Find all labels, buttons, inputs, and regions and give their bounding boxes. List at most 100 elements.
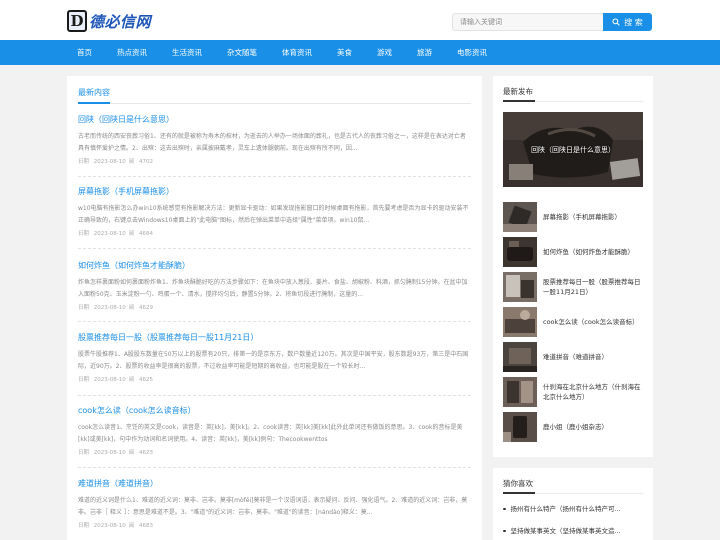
article-views: 4629	[139, 305, 153, 311]
article-meta: 日期 2023-08-10 阅 4623	[78, 448, 471, 456]
article-excerpt: 股票牛股推荐1、A股股东数量在50万以上的股票有20只，排第一的是京东方，数户数…	[78, 351, 469, 370]
site-logo[interactable]: D 德必信网	[67, 10, 151, 32]
latest-post-item[interactable]: 难道拼音（难道拼音）	[503, 342, 643, 372]
article-date: 2023-08-10	[93, 159, 126, 165]
post-title: 如何炸鱼（如何炸鱼才能酥脆）	[543, 248, 634, 256]
date-label: 日期	[78, 377, 90, 383]
date-label: 日期	[78, 159, 90, 165]
latest-post-item[interactable]: cook怎么读（cook怎么读音标）	[503, 307, 643, 337]
latest-post-item[interactable]: 屏幕拖影（手机屏幕拖影）	[503, 202, 643, 232]
article-separator	[78, 395, 471, 396]
recommended-item[interactable]: 扬州有什么特产（扬州有什么特产可...	[503, 503, 643, 515]
article-item: 如何炸鱼（如何炸鱼才能酥脆） 炸鱼怎样裹面粉如何裹面粉炸鱼1、炸鱼块酥脆好吃的方…	[78, 260, 471, 311]
post-title: cook怎么读（cook怎么读音标）	[543, 318, 639, 326]
post-thumbnail	[503, 272, 537, 302]
recommended-widget: 猜你喜欢 扬州有什么特产（扬州有什么特产可... 坚持做某事英文（坚持做某事英文…	[493, 468, 653, 540]
article-views: 4702	[139, 159, 153, 165]
bullet-icon	[503, 529, 506, 533]
nav-item-hot-news[interactable]: 热点资讯	[117, 40, 147, 65]
article-excerpt: 炸鱼怎样裹面粉如何裹面粉炸鱼1、炸鱼块酥脆好吃的方法步骤如下：在鱼块中放入葱段、…	[78, 279, 468, 298]
article-date: 2023-08-10	[93, 231, 126, 237]
article-excerpt: 难道的近义词是什么1、难道的近义词：莫非、岂非。莫非[mòfēi]莫非是一个汉语…	[78, 497, 468, 516]
article-separator	[78, 321, 471, 322]
post-title: 鹿小姐（鹿小姐杂志）	[543, 423, 608, 431]
article-separator	[78, 176, 471, 177]
article-meta: 日期 2023-08-10 阅 4629	[78, 303, 471, 311]
featured-caption: 回陕（回陕日是什么意思）	[531, 145, 615, 154]
nav-item-essays[interactable]: 杂文随笔	[227, 40, 257, 65]
article-date: 2023-08-10	[93, 523, 126, 529]
article-item: 回陕（回陕日是什么意思） 古老而传统的西安丧葬习俗1、还有的就是被称为寿木的棺材…	[78, 114, 471, 165]
post-thumbnail	[503, 237, 537, 267]
section-title-underline	[78, 102, 110, 104]
article-separator	[78, 248, 471, 249]
article-meta: 日期 2023-08-10 阅 4625	[78, 375, 471, 383]
post-thumbnail	[503, 202, 537, 232]
search-bar: 搜 索	[452, 13, 652, 31]
article-title[interactable]: 如何炸鱼（如何炸鱼才能酥脆）	[78, 260, 471, 272]
widget-title-underline	[503, 100, 535, 102]
bullet-icon	[503, 507, 506, 511]
article-date: 2023-08-10	[93, 450, 126, 456]
post-title: 屏幕拖影（手机屏幕拖影）	[543, 213, 621, 221]
search-button[interactable]: 搜 索	[603, 13, 652, 31]
nav-item-movies[interactable]: 电影资讯	[457, 40, 487, 65]
article-date: 2023-08-10	[93, 305, 126, 311]
search-button-label: 搜 索	[624, 17, 643, 27]
article-views: 4623	[139, 450, 153, 456]
post-title: 股票推荐每日一股（股票推荐每日一股11月21日）	[543, 278, 641, 296]
views-label: 阅	[128, 231, 135, 237]
article-title[interactable]: 股票推荐每日一股（股票推荐每日一股11月21日）	[78, 332, 471, 344]
nav-item-life-news[interactable]: 生活资讯	[172, 40, 202, 65]
latest-post-item[interactable]: 什刹海在北京什么地方（什刹海在北京什么地方）	[503, 377, 643, 407]
post-thumbnail	[503, 307, 537, 337]
views-label: 阅	[128, 450, 135, 456]
views-label: 阅	[128, 305, 135, 311]
featured-post[interactable]: 回陕（回陕日是什么意思）	[503, 112, 643, 187]
date-label: 日期	[78, 450, 90, 456]
search-icon	[612, 18, 620, 26]
latest-content-panel: 最新内容 回陕（回陕日是什么意思） 古老而传统的西安丧葬习俗1、还有的就是被称为…	[67, 76, 482, 540]
article-item: cook怎么读（cook怎么读音标） cook怎么读音1、烹饪的英文是cook，…	[78, 405, 471, 456]
latest-posts-widget: 最新发布 回陕（回陕日是什么意思） 屏幕拖影（手机屏幕拖影） 如何炸鱼（如何炸鱼…	[493, 76, 653, 457]
post-thumbnail	[503, 342, 537, 372]
nav-item-games[interactable]: 游戏	[377, 40, 392, 65]
nav-item-home[interactable]: 首页	[77, 40, 92, 65]
nav-item-travel[interactable]: 旅游	[417, 40, 432, 65]
article-item: 屏幕拖影（手机屏幕拖影） w10电脑有拖影怎么办win10系统感觉有拖影解决方法…	[78, 186, 471, 237]
widget-title-underline	[503, 492, 535, 494]
article-date: 2023-08-10	[93, 377, 126, 383]
logo-mark: D	[67, 10, 87, 32]
article-title[interactable]: 难道拼音（难道拼音）	[78, 478, 471, 490]
article-title[interactable]: 屏幕拖影（手机屏幕拖影）	[78, 186, 471, 198]
section-title: 最新内容	[78, 88, 110, 97]
article-meta: 日期 2023-08-10 阅 4702	[78, 157, 471, 165]
post-title: 什刹海在北京什么地方（什刹海在北京什么地方）	[543, 383, 641, 401]
nav-item-food[interactable]: 美食	[337, 40, 352, 65]
article-views: 4625	[139, 377, 153, 383]
article-excerpt: w10电脑有拖影怎么办win10系统感觉有拖影解决方法：更新显卡驱动：如果发现拖…	[78, 205, 469, 224]
article-separator	[78, 467, 471, 468]
article-excerpt: 古老而传统的西安丧葬习俗1、还有的就是被称为寿木的棺材，为逝去的人举办一场体面的…	[78, 133, 466, 152]
search-input[interactable]	[452, 13, 603, 31]
recommended-title: 坚持做某事英文（坚持做某事英文造...	[510, 527, 621, 535]
post-thumbnail	[503, 412, 537, 442]
date-label: 日期	[78, 523, 90, 529]
article-views: 4683	[139, 523, 153, 529]
views-label: 阅	[128, 523, 135, 529]
latest-post-item[interactable]: 鹿小姐（鹿小姐杂志）	[503, 412, 643, 442]
article-title[interactable]: cook怎么读（cook怎么读音标）	[78, 405, 471, 417]
site-header: D 德必信网 搜 索	[0, 0, 720, 40]
recommended-item[interactable]: 坚持做某事英文（坚持做某事英文造...	[503, 525, 643, 537]
article-meta: 日期 2023-08-10 阅 4684	[78, 229, 471, 237]
article-excerpt: cook怎么读音1、烹饪的英文是cook，读音是：英[kk]，美[kk]。2、c…	[78, 424, 463, 443]
nav-item-sports[interactable]: 体育资讯	[282, 40, 312, 65]
latest-post-item[interactable]: 如何炸鱼（如何炸鱼才能酥脆）	[503, 237, 643, 267]
article-item: 难道拼音（难道拼音） 难道的近义词是什么1、难道的近义词：莫非、岂非。莫非[mò…	[78, 478, 471, 529]
views-label: 阅	[128, 377, 135, 383]
date-label: 日期	[78, 305, 90, 311]
article-title[interactable]: 回陕（回陕日是什么意思）	[78, 114, 471, 126]
recommended-title: 扬州有什么特产（扬州有什么特产可...	[510, 505, 621, 513]
logo-text: 德必信网	[89, 12, 152, 31]
latest-post-item[interactable]: 股票推荐每日一股（股票推荐每日一股11月21日）	[503, 272, 643, 302]
